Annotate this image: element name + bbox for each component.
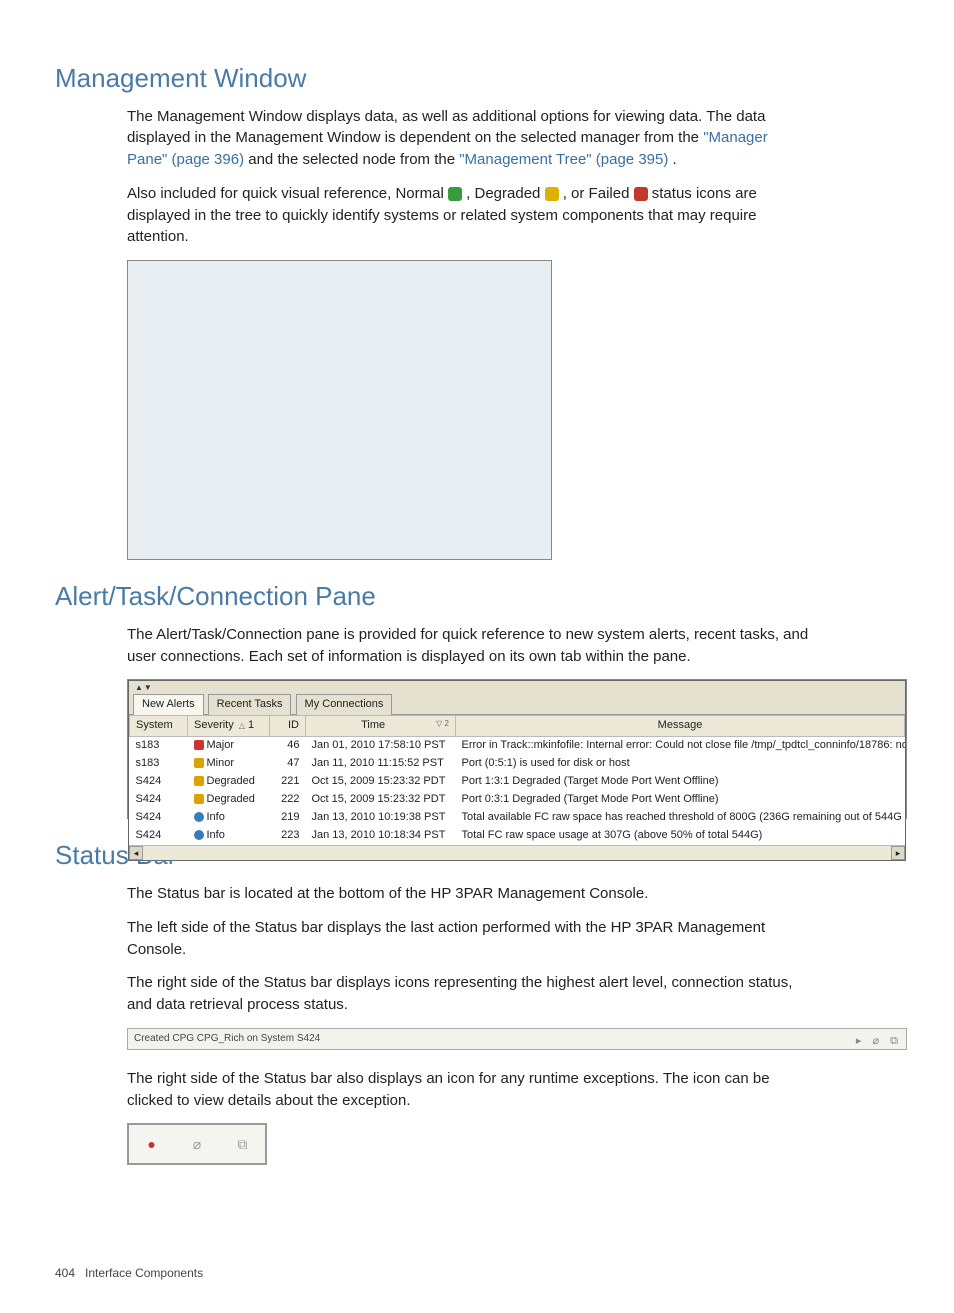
cell-time: Oct 15, 2009 15:23:32 PDT <box>306 791 456 809</box>
cell-id: 219 <box>270 809 306 827</box>
pane-toggle-icon[interactable]: ▲▼ <box>135 682 153 694</box>
col-time[interactable]: Time ▽ 2 <box>306 716 456 737</box>
table-row[interactable]: S424Info219Jan 13, 2010 10:19:38 PSTTota… <box>130 809 905 827</box>
severity-icon <box>194 776 204 786</box>
status-paragraph-2: The left side of the Status bar displays… <box>127 917 809 961</box>
status-paragraph-1: The Status bar is located at the bottom … <box>127 883 809 905</box>
heading-alert-task-connection: Alert/Task/Connection Pane <box>55 578 809 616</box>
sort-priority-1: 1 <box>248 719 254 731</box>
severity-icon <box>194 758 204 768</box>
cell-message: Port 0:3:1 Degraded (Target Mode Port We… <box>456 791 905 809</box>
cell-id: 222 <box>270 791 306 809</box>
cell-severity: Info <box>188 809 270 827</box>
cell-time: Oct 15, 2009 15:23:32 PDT <box>306 773 456 791</box>
col-time-label: Time <box>361 719 385 731</box>
text: The Management Window displays data, as … <box>127 108 765 147</box>
col-system[interactable]: System <box>130 716 188 737</box>
cell-id: 221 <box>270 773 306 791</box>
scroll-left-button[interactable]: ◂ <box>129 846 143 860</box>
cell-severity: Degraded <box>188 773 270 791</box>
page-footer: 404 Interface Components <box>55 1265 809 1282</box>
tab-recent-tasks[interactable]: Recent Tasks <box>208 694 292 715</box>
failed-status-icon <box>634 187 648 201</box>
scroll-right-button[interactable]: ▸ <box>891 846 905 860</box>
status-paragraph-3: The right side of the Status bar display… <box>127 972 809 1016</box>
alert-icon: ● <box>142 1134 162 1154</box>
horizontal-scrollbar[interactable]: ◂ ▸ <box>129 845 905 860</box>
heading-management-window: Management Window <box>55 60 809 98</box>
sort-asc-icon: △ <box>239 721 245 730</box>
cell-system: S424 <box>130 773 188 791</box>
cell-severity: Minor <box>188 755 270 773</box>
alerts-pane-screenshot: ▲▼ New Alerts Recent Tasks My Connection… <box>127 679 907 819</box>
cell-message: Error in Track::mkinfofile: Internal err… <box>456 737 905 755</box>
mgmt-paragraph-2: Also included for quick visual reference… <box>127 183 809 248</box>
table-row[interactable]: s183Major46Jan 01, 2010 17:58:10 PSTErro… <box>130 737 905 755</box>
col-message[interactable]: Message <box>456 716 905 737</box>
tab-my-connections[interactable]: My Connections <box>296 694 393 715</box>
text: Also included for quick visual reference… <box>127 185 448 202</box>
alerts-tab-bar: ▲▼ New Alerts Recent Tasks My Connection… <box>129 681 905 715</box>
degraded-status-icon <box>545 187 559 201</box>
text: , or Failed <box>563 185 634 202</box>
table-row[interactable]: S424Degraded222Oct 15, 2009 15:23:32 PDT… <box>130 791 905 809</box>
cell-severity: Major <box>188 737 270 755</box>
status-bar-screenshot: Created CPG CPG_Rich on System S424 ▸ ⌀ … <box>127 1028 907 1050</box>
connection-icon: ⌀ <box>187 1134 207 1154</box>
cell-system: S424 <box>130 791 188 809</box>
table-header-row: System Severity △ 1 ID Time ▽ 2 Message <box>130 716 905 737</box>
link-management-tree[interactable]: "Management Tree" (page 395) <box>459 151 668 168</box>
sort-priority-2: 2 <box>445 719 449 728</box>
severity-icon <box>194 794 204 804</box>
normal-status-icon <box>448 187 462 201</box>
cell-severity: Degraded <box>188 791 270 809</box>
cell-time: Jan 13, 2010 10:19:38 PST <box>306 809 456 827</box>
cell-time: Jan 01, 2010 17:58:10 PST <box>306 737 456 755</box>
text: , Degraded <box>466 185 544 202</box>
severity-icon <box>194 740 204 750</box>
runtime-exception-icons-screenshot: ● ⌀ ⧉ <box>127 1123 267 1165</box>
page-number: 404 <box>55 1266 75 1280</box>
alerts-table: System Severity △ 1 ID Time ▽ 2 Message … <box>129 715 905 845</box>
cell-id: 46 <box>270 737 306 755</box>
footer-section-name: Interface Components <box>85 1266 203 1280</box>
management-window-screenshot <box>127 260 552 560</box>
text: and the selected node from the <box>248 151 459 168</box>
text: . <box>673 151 677 168</box>
cell-message: Total available FC raw space has reached… <box>456 809 905 827</box>
cell-id: 47 <box>270 755 306 773</box>
cell-message: Port 1:3:1 Degraded (Target Mode Port We… <box>456 773 905 791</box>
cell-system: S424 <box>130 809 188 827</box>
status-paragraph-4: The right side of the Status bar also di… <box>127 1068 809 1112</box>
status-bar-right-icons: ▸ ⌀ ⧉ <box>856 1031 902 1051</box>
data-retrieval-icon: ⧉ <box>232 1134 252 1154</box>
table-row[interactable]: S424Degraded221Oct 15, 2009 15:23:32 PDT… <box>130 773 905 791</box>
tab-new-alerts[interactable]: New Alerts <box>133 694 204 715</box>
status-bar-text: Created CPG CPG_Rich on System S424 <box>134 1033 320 1044</box>
cell-time: Jan 13, 2010 10:18:34 PST <box>306 827 456 845</box>
cell-time: Jan 11, 2010 11:15:52 PST <box>306 755 456 773</box>
col-id[interactable]: ID <box>270 716 306 737</box>
severity-icon <box>194 830 204 840</box>
cell-message: Total FC raw space usage at 307G (above … <box>456 827 905 845</box>
alert-paragraph-1: The Alert/Task/Connection pane is provid… <box>127 624 809 668</box>
col-severity[interactable]: Severity △ 1 <box>188 716 270 737</box>
sort-desc-icon: ▽ 2 <box>436 718 449 730</box>
cell-system: s183 <box>130 755 188 773</box>
col-severity-label: Severity <box>194 719 234 731</box>
cell-message: Port (0:5:1) is used for disk or host <box>456 755 905 773</box>
cell-system: s183 <box>130 737 188 755</box>
table-row[interactable]: s183Minor47Jan 11, 2010 11:15:52 PSTPort… <box>130 755 905 773</box>
mgmt-paragraph-1: The Management Window displays data, as … <box>127 106 809 171</box>
severity-icon <box>194 812 204 822</box>
